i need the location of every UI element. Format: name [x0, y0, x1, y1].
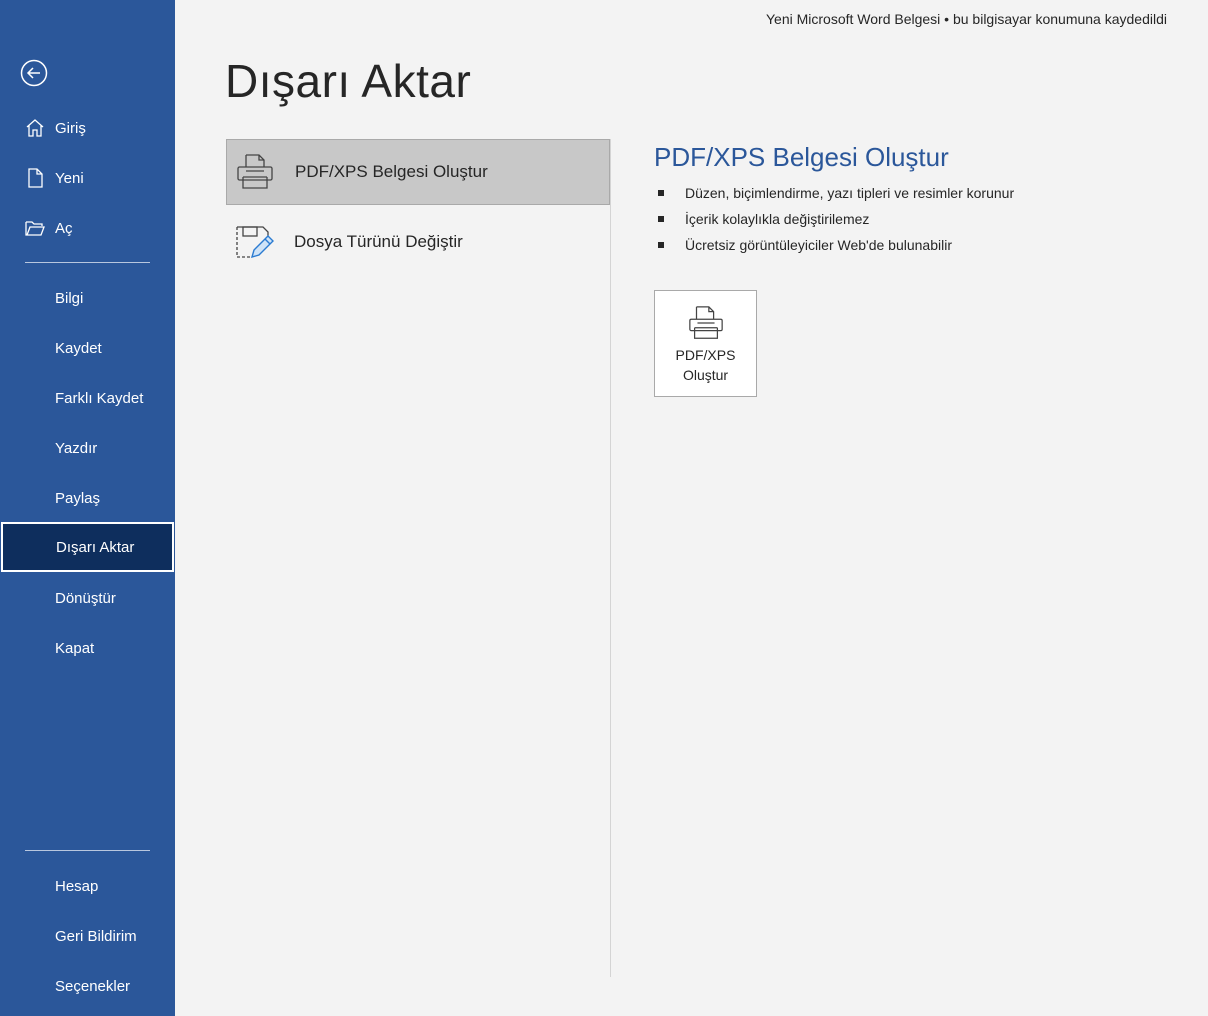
bullet-text: Düzen, biçimlendirme, yazı tipleri ve re…	[685, 185, 1015, 201]
nav-item-label: Yazdır	[55, 439, 98, 457]
nav-item-close[interactable]: Kapat	[0, 624, 175, 672]
nav-item-label: Dışarı Aktar	[56, 538, 135, 556]
create-button-label: PDF/XPS Oluştur	[675, 347, 736, 383]
nav-item-label: Aç	[55, 219, 73, 237]
pane-divider	[610, 139, 611, 977]
option-label: PDF/XPS Belgesi Oluştur	[295, 162, 488, 181]
open-folder-icon	[25, 221, 45, 236]
nav-item-label: Yeni	[55, 169, 84, 187]
nav-item-label: Geri Bildirim	[55, 927, 137, 945]
pdf-xps-icon	[237, 154, 273, 189]
pdf-xps-icon	[688, 306, 723, 339]
bullet-text: Ücretsiz görüntüleyiciler Web'de bulunab…	[685, 237, 952, 253]
feature-bullet: İçerik kolaylıkla değiştirilemez	[658, 206, 1014, 232]
nav-divider	[25, 262, 150, 263]
nav-item-print[interactable]: Yazdır	[0, 424, 175, 472]
nav-item-save-as[interactable]: Farklı Kaydet	[0, 374, 175, 422]
nav-item-open[interactable]: Aç	[0, 204, 175, 252]
home-icon	[26, 119, 44, 137]
bullet-marker	[658, 242, 664, 248]
nav-item-feedback[interactable]: Geri Bildirim	[0, 912, 175, 960]
nav-item-label: Farklı Kaydet	[55, 389, 144, 407]
nav-item-options[interactable]: Seçenekler	[0, 962, 175, 1010]
nav-item-label: Dönüştür	[55, 589, 116, 607]
nav-divider	[25, 850, 150, 851]
feature-bullets: Düzen, biçimlendirme, yazı tipleri ve re…	[658, 180, 1014, 258]
bullet-text: İçerik kolaylıkla değiştirilemez	[685, 211, 870, 227]
option-change-file-type[interactable]: Dosya Türünü Değiştir	[226, 209, 610, 275]
back-button[interactable]	[20, 59, 48, 87]
feature-bullet: Düzen, biçimlendirme, yazı tipleri ve re…	[658, 180, 1014, 206]
nav-item-label: Hesap	[55, 877, 99, 895]
page-title: Dışarı Aktar	[225, 55, 472, 107]
nav-item-label: Giriş	[55, 119, 86, 137]
nav-item-account[interactable]: Hesap	[0, 862, 175, 910]
nav-item-label: Kaydet	[55, 339, 102, 357]
nav-item-new[interactable]: Yeni	[0, 154, 175, 202]
nav-item-info[interactable]: Bilgi	[0, 274, 175, 322]
create-pdf-xps-button[interactable]: PDF/XPS Oluştur	[654, 290, 757, 397]
nav-item-label: Kapat	[55, 639, 95, 657]
change-file-type-icon	[236, 226, 274, 259]
bullet-marker	[658, 216, 664, 222]
option-create-pdf-xps[interactable]: PDF/XPS Belgesi Oluştur	[226, 139, 610, 205]
feature-bullet: Ücretsiz görüntüleyiciler Web'de bulunab…	[658, 232, 1014, 258]
nav-item-export[interactable]: Dışarı Aktar	[1, 522, 174, 572]
option-label: Dosya Türünü Değiştir	[294, 232, 463, 251]
back-arrow-icon	[20, 59, 48, 87]
backstage-sidebar: Giriş Yeni Aç Bilgi Kaydet Farklı Kaydet…	[0, 0, 175, 1016]
detail-title: PDF/XPS Belgesi Oluştur	[654, 142, 949, 172]
bullet-marker	[658, 190, 664, 196]
nav-item-save[interactable]: Kaydet	[0, 324, 175, 372]
new-document-icon	[28, 168, 43, 188]
nav-item-label: Paylaş	[55, 489, 101, 507]
nav-item-home[interactable]: Giriş	[0, 104, 175, 152]
document-status: Yeni Microsoft Word Belgesi • bu bilgisa…	[765, 11, 1167, 27]
nav-item-share[interactable]: Paylaş	[0, 474, 175, 522]
nav-item-label: Seçenekler	[55, 977, 131, 995]
nav-item-transform[interactable]: Dönüştür	[0, 574, 175, 622]
nav-item-label: Bilgi	[55, 289, 84, 307]
